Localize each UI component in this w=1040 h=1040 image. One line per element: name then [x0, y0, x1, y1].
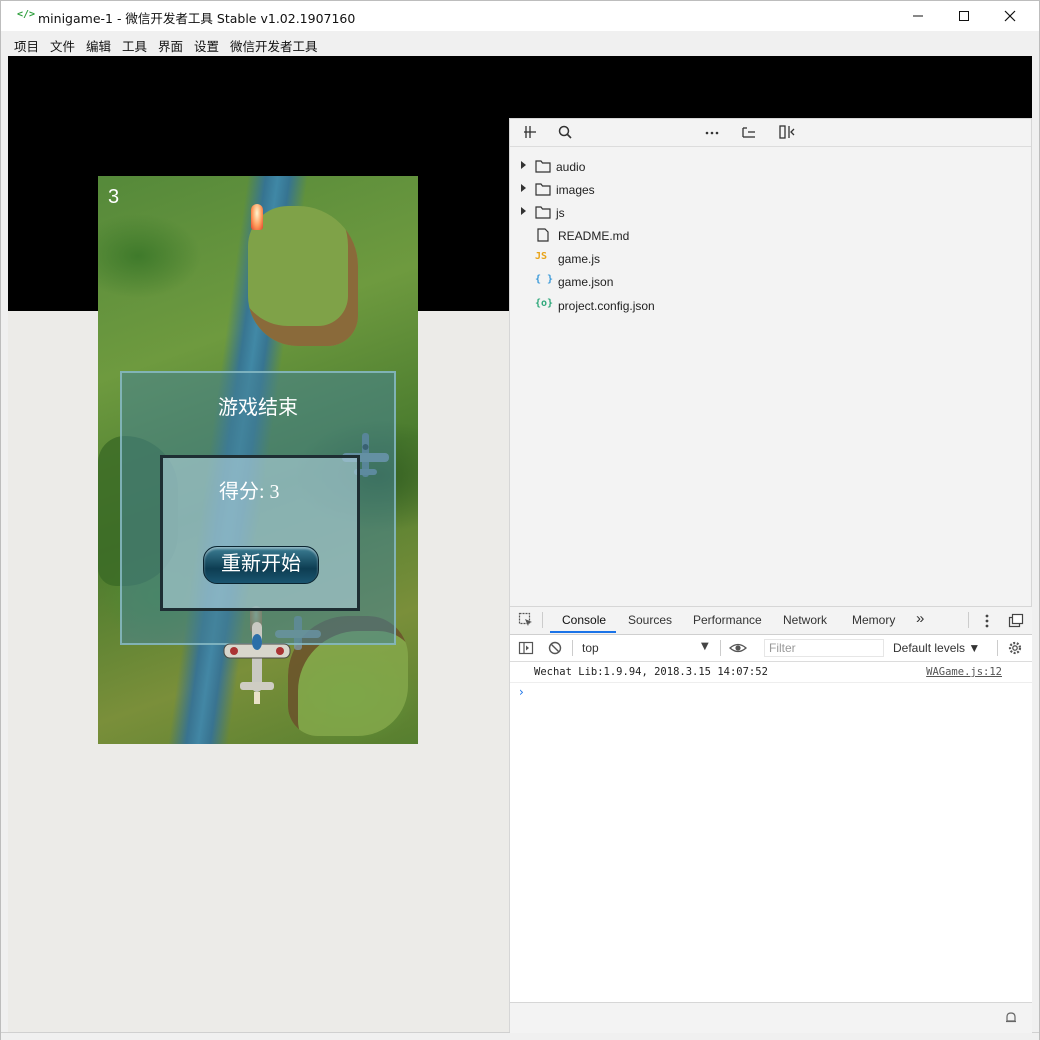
- log-levels-dropdown[interactable]: Default levels ▼: [893, 641, 980, 655]
- toggle-panel-icon[interactable]: [778, 123, 796, 141]
- collapse-tree-icon[interactable]: [740, 123, 758, 141]
- cliff-terrain: [248, 206, 358, 346]
- maximize-icon: [959, 11, 969, 21]
- sidebar-toggle-icon[interactable]: [518, 640, 534, 656]
- tree-file-readme[interactable]: README.md: [510, 226, 808, 246]
- title-bar: </> minigame-1 - 微信开发者工具 Stable v1.02.19…: [1, 1, 1039, 31]
- expand-arrow-icon: [521, 207, 526, 215]
- folder-icon: [535, 183, 551, 196]
- close-button[interactable]: [987, 1, 1033, 31]
- menu-tools[interactable]: 工具: [122, 36, 147, 55]
- chevron-down-icon[interactable]: ▼: [701, 641, 709, 652]
- restart-button[interactable]: 重新开始: [203, 546, 319, 584]
- notification-bell-icon[interactable]: [1004, 1011, 1018, 1025]
- search-icon[interactable]: [556, 123, 574, 141]
- menu-project[interactable]: 项目: [14, 36, 39, 55]
- eye-icon[interactable]: [729, 640, 747, 656]
- gear-icon[interactable]: [1007, 640, 1023, 656]
- log-message: Wechat Lib:1.9.94, 2018.3.15 14:07:52: [534, 666, 768, 678]
- menu-file[interactable]: 文件: [50, 36, 75, 55]
- player-plane-icon: [223, 622, 291, 704]
- game-canvas[interactable]: 3 游戏结束 得分: 3 重新开始: [98, 176, 418, 744]
- score-box: 得分: 3 重新开始: [160, 455, 360, 611]
- menu-view[interactable]: 界面: [158, 36, 183, 55]
- tree-label: README.md: [558, 229, 630, 243]
- maximize-button[interactable]: [941, 1, 987, 31]
- console-log-entry: Wechat Lib:1.9.94, 2018.3.15 14:07:52 WA…: [510, 662, 1032, 683]
- file-explorer: audio images js README.md JS game.js { }…: [509, 118, 809, 607]
- tab-memory[interactable]: Memory: [852, 613, 895, 627]
- tree-folder-audio[interactable]: audio: [510, 157, 808, 177]
- game-over-title: 游戏结束: [218, 397, 298, 419]
- bullet: [251, 204, 263, 230]
- js-file-icon: JS: [535, 251, 548, 262]
- more-icon[interactable]: [703, 123, 721, 141]
- tab-network[interactable]: Network: [783, 613, 827, 627]
- tab-console[interactable]: Console: [562, 613, 606, 627]
- tree-file-game-js[interactable]: JS game.js: [510, 249, 808, 269]
- tree-label: game.js: [558, 252, 601, 266]
- tree-label: audio: [556, 160, 586, 174]
- tree-label: game.json: [558, 275, 614, 289]
- game-over-dialog: 游戏结束 得分: 3 重新开始: [120, 371, 396, 645]
- app-logo-icon: </>: [17, 9, 36, 20]
- editor-area: [808, 118, 1032, 607]
- close-icon: [1004, 10, 1016, 22]
- tree-file-project-config[interactable]: {o} project.config.json: [510, 296, 808, 316]
- score-counter: 3: [108, 186, 120, 208]
- add-file-icon[interactable]: [521, 123, 539, 141]
- folder-icon: [535, 160, 551, 173]
- tree-label: project.config.json: [558, 299, 655, 313]
- devtools-drawer-bar: [510, 1002, 1032, 1033]
- final-score: 得分: 3: [219, 481, 280, 503]
- menu-settings[interactable]: 设置: [194, 36, 219, 55]
- tree-label: images: [556, 183, 595, 197]
- tree-folder-js[interactable]: js: [510, 203, 808, 223]
- console-prompt[interactable]: ›: [519, 685, 524, 699]
- config-file-icon: {o}: [535, 298, 554, 309]
- console-toolbar: top ▼ Filter Default levels ▼: [510, 635, 1032, 662]
- tree-folder-images[interactable]: images: [510, 180, 808, 200]
- tree-file-game-json[interactable]: { } game.json: [510, 272, 808, 292]
- folder-icon: [535, 206, 551, 219]
- undock-icon[interactable]: [1008, 613, 1024, 629]
- window-title: minigame-1 - 微信开发者工具 Stable v1.02.190716…: [38, 11, 356, 26]
- tab-performance[interactable]: Performance: [693, 613, 762, 627]
- kebab-menu-icon[interactable]: [980, 613, 994, 629]
- expand-arrow-icon: [521, 184, 526, 192]
- menu-bar: 项目 文件 编辑 工具 界面 设置 微信开发者工具: [1, 31, 1039, 55]
- devtools-tabbar: Console Sources Performance Network Memo…: [510, 607, 1032, 635]
- minimize-button[interactable]: [895, 1, 941, 31]
- devtools-panel: Console Sources Performance Network Memo…: [509, 607, 1032, 1033]
- minimize-icon: [913, 15, 923, 17]
- document-icon: [537, 228, 549, 242]
- active-tab-indicator: [550, 631, 616, 633]
- separator: [720, 640, 721, 656]
- status-bar: [1, 1032, 1039, 1040]
- separator: [997, 640, 998, 656]
- separator: [572, 640, 573, 656]
- window-right-edge: [1032, 56, 1039, 1032]
- inspect-element-icon[interactable]: [518, 612, 534, 628]
- more-tabs-icon[interactable]: »: [916, 610, 924, 627]
- tab-sources[interactable]: Sources: [628, 613, 672, 627]
- menu-edit[interactable]: 编辑: [86, 36, 111, 55]
- json-file-icon: { }: [535, 274, 554, 285]
- separator: [542, 612, 543, 628]
- clear-console-icon[interactable]: [547, 640, 563, 656]
- menu-wechat-devtools[interactable]: 微信开发者工具: [230, 36, 318, 55]
- filter-input[interactable]: Filter: [764, 639, 884, 657]
- separator: [968, 612, 969, 628]
- context-selector[interactable]: top: [582, 641, 599, 655]
- editor-toolbar: [808, 119, 1031, 147]
- expand-arrow-icon: [521, 161, 526, 169]
- explorer-toolbar: [510, 119, 808, 147]
- log-source-link[interactable]: WAGame.js:12: [926, 666, 1002, 678]
- tree-label: js: [556, 206, 565, 220]
